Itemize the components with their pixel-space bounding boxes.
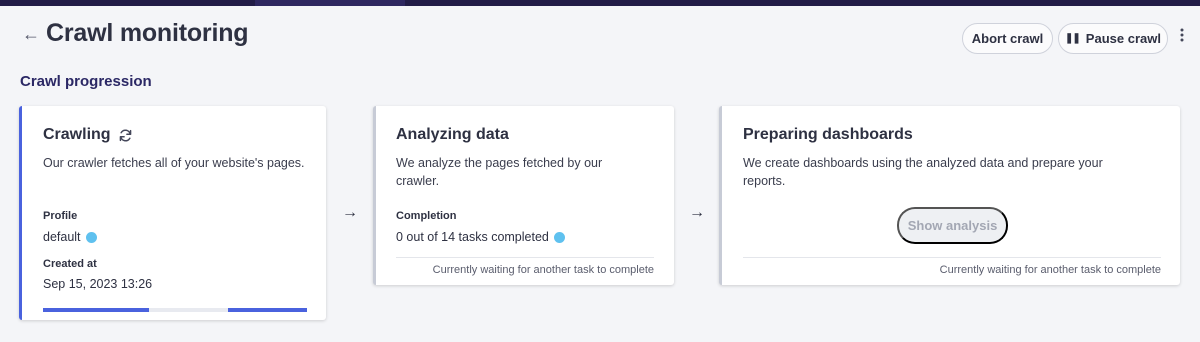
arrow-right-icon: → bbox=[689, 204, 705, 221]
back-arrow-icon[interactable]: ← bbox=[22, 24, 40, 45]
step-card-analyzing: Analyzing data We analyze the pages fetc… bbox=[373, 106, 674, 285]
info-icon[interactable] bbox=[85, 231, 97, 243]
pause-crawl-button[interactable]: ❚❚ Pause crawl bbox=[1058, 23, 1168, 54]
abort-crawl-label: Abort crawl bbox=[971, 31, 1044, 46]
step-title: Crawling bbox=[43, 126, 133, 144]
completion-label: Completion bbox=[396, 210, 457, 222]
completion-value: 0 out of 14 tasks completed bbox=[396, 230, 565, 244]
pause-icon: ❚❚ bbox=[1065, 33, 1081, 44]
info-icon[interactable] bbox=[553, 231, 565, 243]
step-description: Our crawler fetches all of your website'… bbox=[43, 156, 305, 170]
card-divider bbox=[396, 257, 654, 258]
page-header: ← Crawl monitoring Abort crawl ❚❚ Pause … bbox=[0, 6, 1200, 66]
step-status: Currently waiting for another task to co… bbox=[432, 264, 654, 276]
step-description: We create dashboards using the analyzed … bbox=[743, 156, 1103, 188]
step-title: Analyzing data bbox=[396, 126, 509, 143]
profile-value: default bbox=[43, 230, 97, 244]
step-card-dashboards: Preparing dashboards We create dashboard… bbox=[719, 106, 1180, 285]
section-title: Crawl progression bbox=[20, 73, 152, 90]
pause-crawl-label: Pause crawl bbox=[1085, 31, 1161, 46]
step-title: Preparing dashboards bbox=[743, 126, 913, 143]
arrow-right-icon: → bbox=[342, 204, 358, 221]
show-analysis-button[interactable]: Show analysis bbox=[897, 207, 1008, 244]
step-card-crawling: Crawling Our crawler fetches all of your… bbox=[19, 106, 326, 320]
created-at-value: Sep 15, 2023 13:26 bbox=[43, 277, 153, 291]
created-at-label: Created at bbox=[43, 258, 97, 270]
show-analysis-label: Show analysis bbox=[907, 218, 998, 233]
step-title-text: Crawling bbox=[43, 126, 111, 143]
step-description: We analyze the pages fetched by our craw… bbox=[396, 156, 603, 188]
more-options-icon[interactable] bbox=[1180, 28, 1184, 42]
crawl-progress-bar bbox=[43, 308, 307, 312]
abort-crawl-button[interactable]: Abort crawl bbox=[962, 23, 1053, 54]
page-title: Crawl monitoring bbox=[46, 19, 249, 47]
progress-segment bbox=[43, 308, 149, 312]
completion-value-text: 0 out of 14 tasks completed bbox=[396, 230, 549, 244]
refresh-icon bbox=[119, 128, 131, 142]
step-status: Currently waiting for another task to co… bbox=[939, 264, 1161, 276]
profile-value-text: default bbox=[43, 230, 81, 244]
card-divider bbox=[743, 257, 1161, 258]
profile-label: Profile bbox=[43, 210, 78, 222]
progress-segment bbox=[228, 308, 307, 312]
